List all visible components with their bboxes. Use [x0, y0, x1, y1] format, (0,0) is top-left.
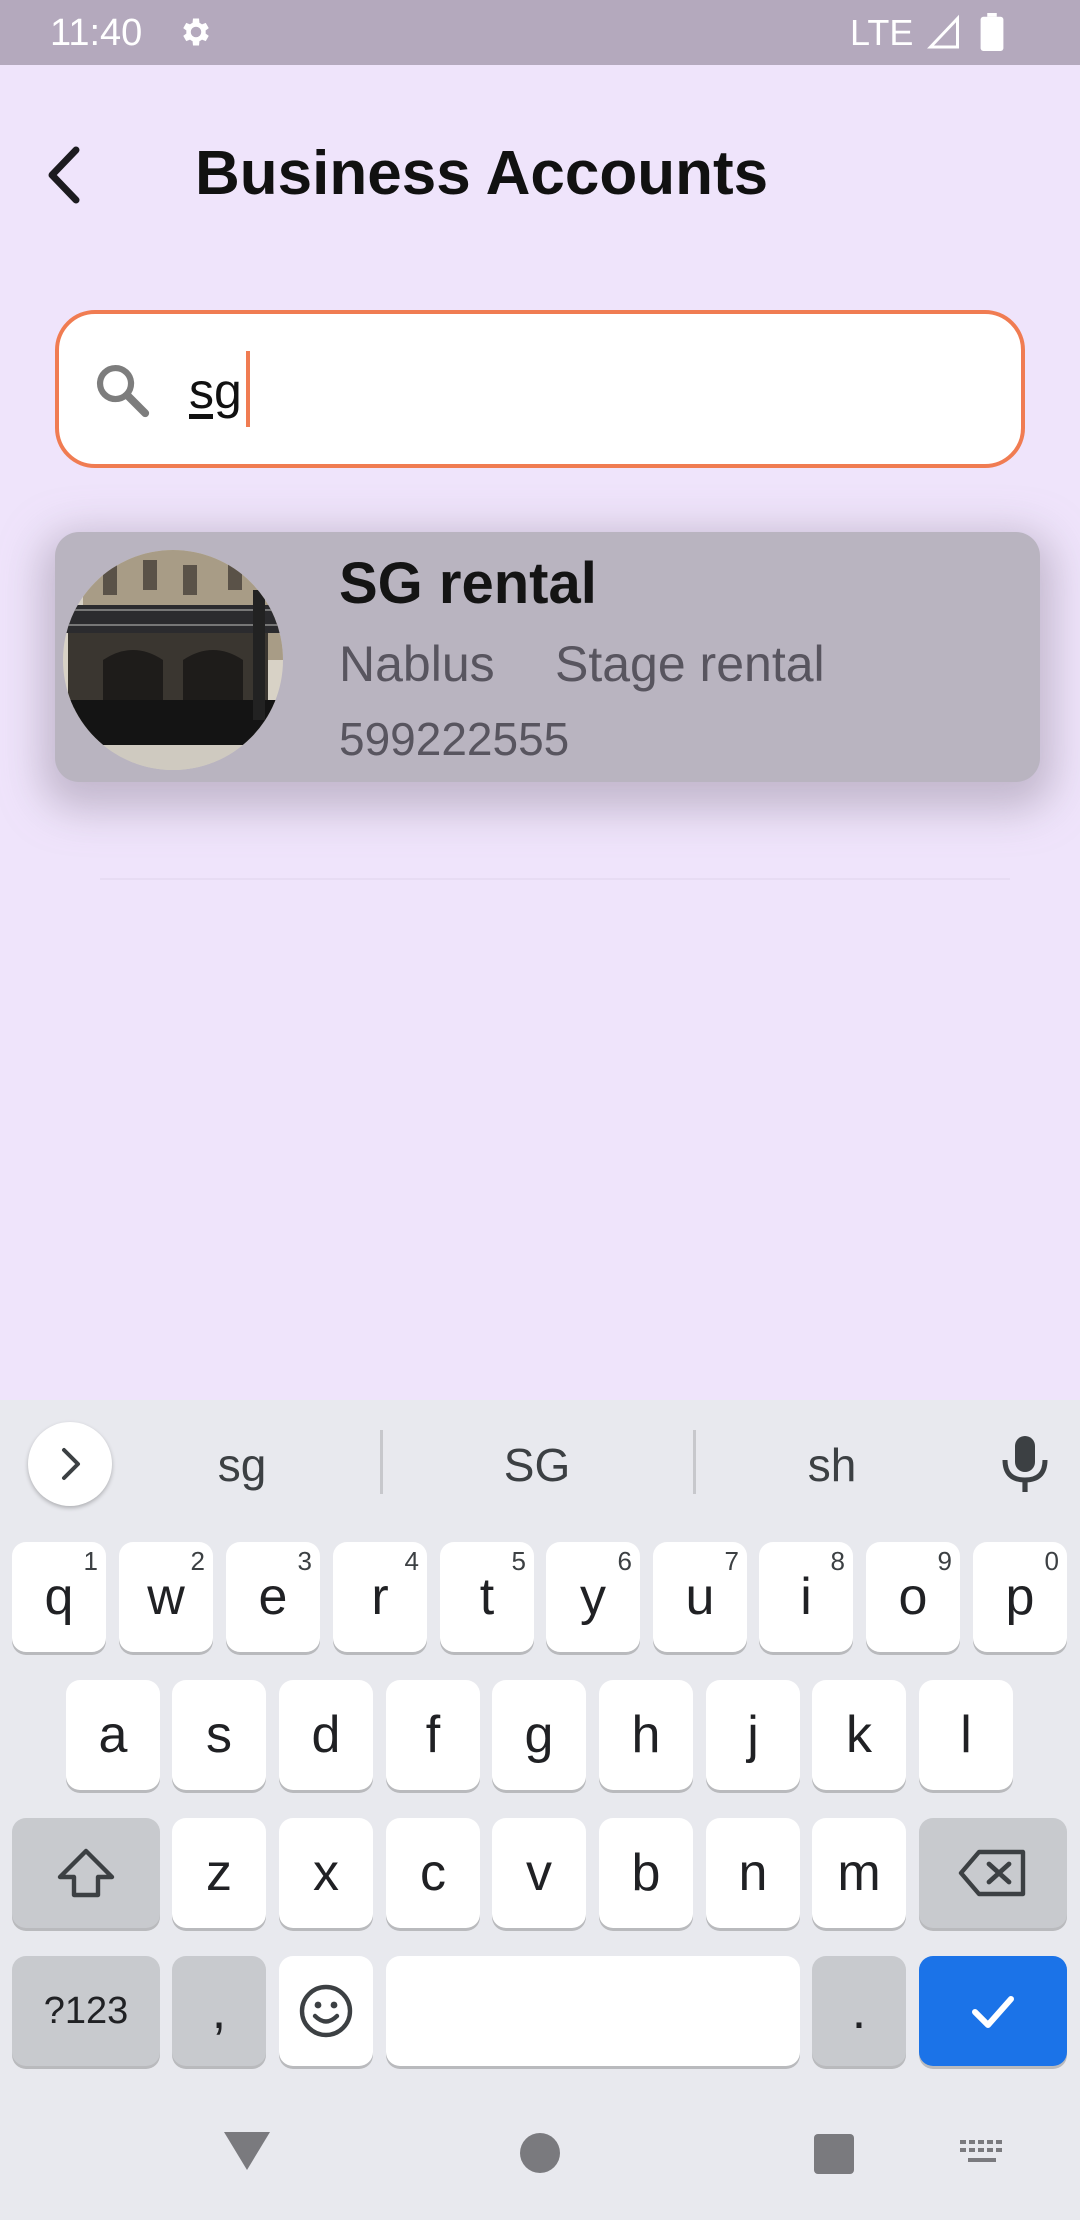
back-arrow-icon[interactable] [36, 140, 96, 210]
suggestion-1[interactable]: sg [142, 1438, 342, 1492]
enter-key[interactable] [919, 1956, 1067, 2066]
business-city: Nablus [339, 636, 495, 692]
key-hint: 8 [830, 1546, 845, 1576]
search-query-text[interactable]: sg [189, 362, 242, 420]
checkmark-icon [972, 1996, 1014, 2028]
business-result-card[interactable]: SG rental Nablus Stage rental 599222555 [55, 532, 1040, 782]
page-title: Business Accounts [195, 139, 769, 208]
key-e[interactable]: e3 [226, 1542, 320, 1652]
chevron-right-icon [62, 1448, 80, 1480]
key-h[interactable]: h [599, 1680, 693, 1790]
key-hint: 5 [511, 1546, 526, 1576]
key-hint: 0 [1044, 1546, 1059, 1576]
key-b[interactable]: b [599, 1818, 693, 1928]
search-input[interactable]: sg [55, 310, 1025, 468]
key-label: e [258, 1568, 288, 1626]
shift-icon [57, 1848, 115, 1898]
key-y[interactable]: y6 [546, 1542, 640, 1652]
nav-home-icon[interactable] [520, 2133, 560, 2173]
suggestion-expand-button[interactable] [28, 1422, 112, 1506]
key-label: p [1005, 1568, 1035, 1626]
key-c[interactable]: c [386, 1818, 480, 1928]
signal-icon [927, 14, 959, 49]
key-hint: 3 [297, 1546, 312, 1576]
backspace-icon [958, 1849, 1026, 1897]
period-key[interactable]: . [812, 1956, 906, 2066]
key-label: y [580, 1568, 606, 1626]
suggestion-2[interactable]: SG [437, 1438, 637, 1492]
key-d[interactable]: d [279, 1680, 373, 1790]
soft-keyboard: sg SG sh q1 w2 e3 r4 t5 y6 u7 i8 o9 p0 a… [0, 1400, 1080, 2220]
key-k[interactable]: k [812, 1680, 906, 1790]
key-label: t [479, 1568, 495, 1626]
key-m[interactable]: m [812, 1818, 906, 1928]
key-label: w [147, 1568, 185, 1626]
key-g[interactable]: g [492, 1680, 586, 1790]
space-bar[interactable] [386, 1956, 800, 2066]
key-hint: 6 [617, 1546, 632, 1576]
key-o[interactable]: o9 [866, 1542, 960, 1652]
suggestion-3[interactable]: sh [732, 1438, 932, 1492]
key-r[interactable]: r4 [333, 1542, 427, 1652]
stage-photo [63, 550, 283, 770]
emoji-key[interactable] [279, 1956, 373, 2066]
key-a[interactable]: a [66, 1680, 160, 1790]
key-f[interactable]: f [386, 1680, 480, 1790]
suggestion-separator [380, 1430, 383, 1494]
backspace-key[interactable] [919, 1818, 1067, 1928]
symbols-key[interactable]: ?123 [12, 1956, 160, 2066]
key-x[interactable]: x [279, 1818, 373, 1928]
status-time: 11:40 [50, 12, 143, 54]
mic-icon[interactable] [997, 1432, 1053, 1496]
key-n[interactable]: n [706, 1818, 800, 1928]
nav-recents-icon[interactable] [814, 2134, 854, 2174]
key-l[interactable]: l [919, 1680, 1013, 1790]
comma-key[interactable]: , [172, 1956, 266, 2066]
key-hint: 7 [724, 1546, 739, 1576]
key-p[interactable]: p0 [973, 1542, 1067, 1652]
key-w[interactable]: w2 [119, 1542, 213, 1652]
key-label: o [898, 1568, 928, 1626]
key-q[interactable]: q1 [12, 1542, 106, 1652]
key-u[interactable]: u7 [653, 1542, 747, 1652]
key-i[interactable]: i8 [759, 1542, 853, 1652]
gear-icon [183, 18, 209, 46]
business-name: SG rental [339, 551, 597, 616]
status-bar: 11:40 LTE [0, 0, 1080, 65]
nav-back-icon[interactable] [222, 2128, 272, 2172]
business-avatar [63, 550, 283, 770]
key-label: u [685, 1568, 715, 1626]
key-s[interactable]: s [172, 1680, 266, 1790]
battery-icon [980, 13, 1004, 51]
key-hint: 2 [190, 1546, 205, 1576]
key-label: q [44, 1568, 74, 1626]
key-hint: 9 [937, 1546, 952, 1576]
key-hint: 4 [404, 1546, 419, 1576]
key-v[interactable]: v [492, 1818, 586, 1928]
text-cursor [246, 351, 250, 427]
business-category: Stage rental [555, 636, 825, 692]
emoji-icon [299, 1984, 353, 2038]
suggestion-separator [693, 1430, 696, 1494]
key-t[interactable]: t5 [440, 1542, 534, 1652]
key-j[interactable]: j [706, 1680, 800, 1790]
search-icon [96, 364, 150, 418]
key-label: r [371, 1568, 389, 1626]
keyboard-switch-icon[interactable] [960, 2140, 1004, 2166]
key-hint: 1 [83, 1546, 98, 1576]
list-divider [100, 878, 1010, 880]
shift-key[interactable] [12, 1818, 160, 1928]
key-label: i [800, 1568, 812, 1626]
business-phone: 599222555 [339, 713, 570, 765]
network-type: LTE [850, 12, 914, 53]
key-z[interactable]: z [172, 1818, 266, 1928]
